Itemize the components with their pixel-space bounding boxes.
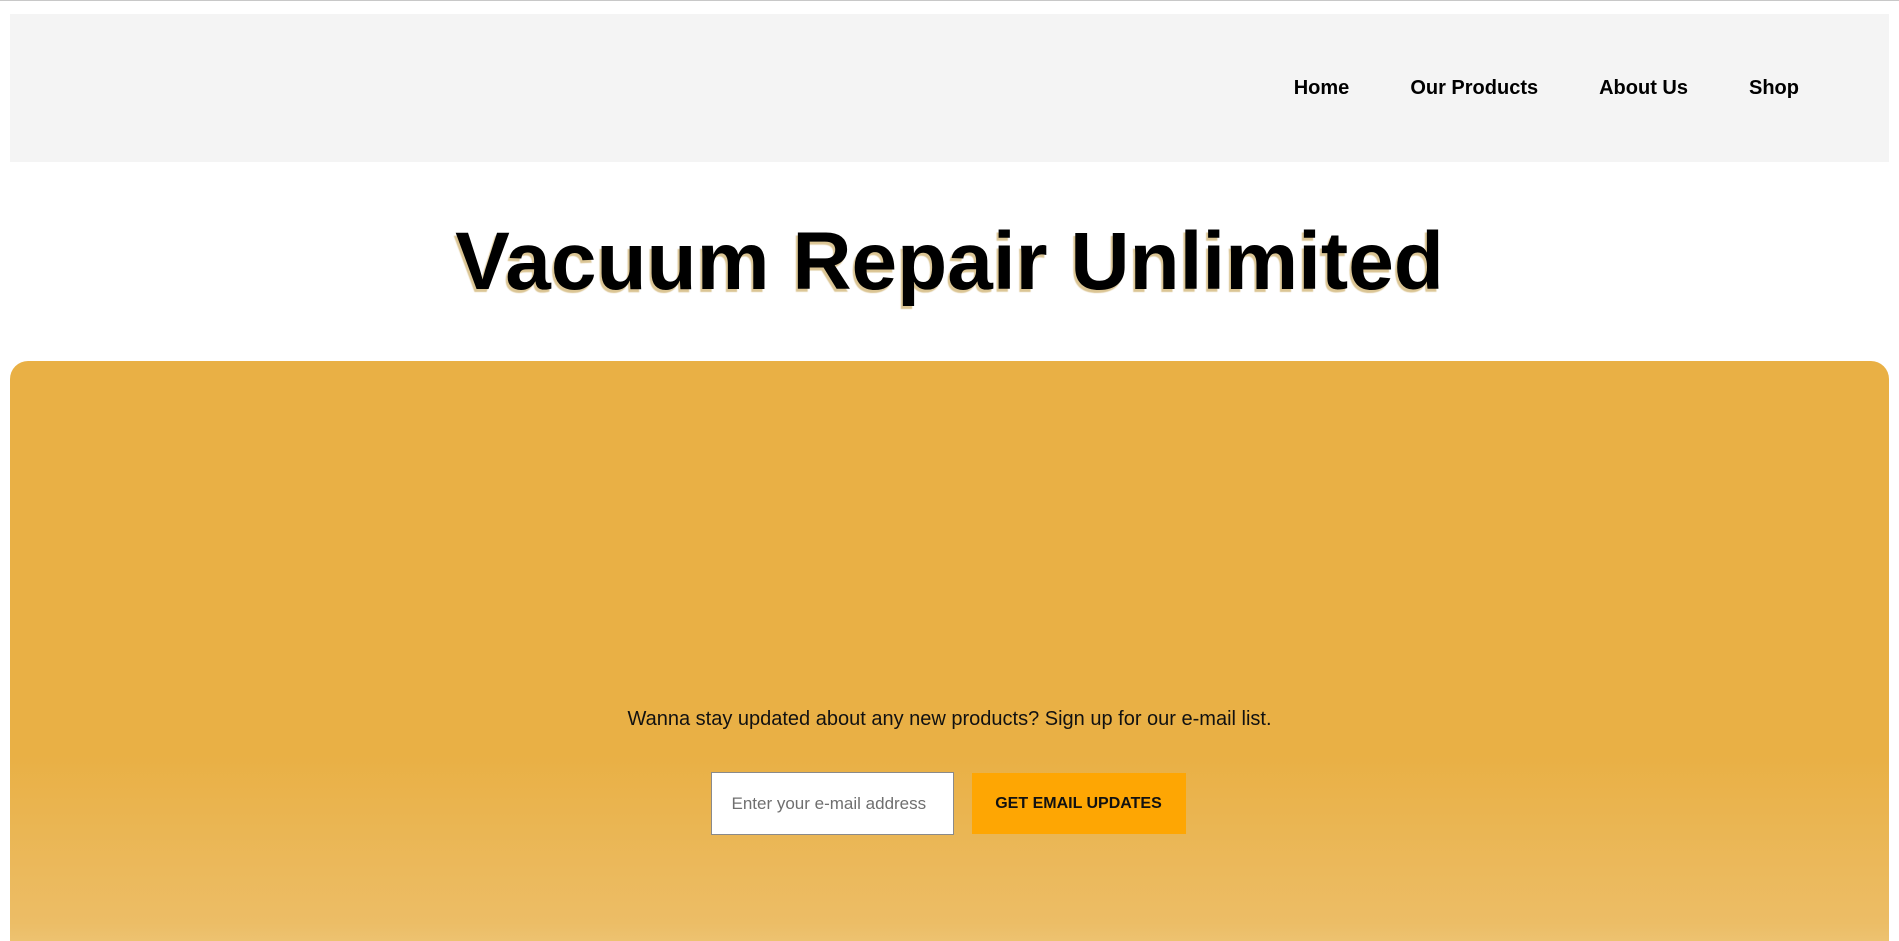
get-email-updates-button[interactable]: GET EMAIL UPDATES	[971, 773, 1186, 834]
main-nav: Home Our Products About Us Shop	[1294, 14, 1799, 162]
signup-prompt: Wanna stay updated about any new product…	[627, 708, 1272, 730]
nav-link-home[interactable]: Home	[1294, 77, 1350, 100]
signup-form: GET EMAIL UPDATES	[10, 772, 1889, 835]
email-input[interactable]	[710, 772, 954, 835]
nav-link-about-us[interactable]: About Us	[1599, 77, 1688, 100]
hero-section: Wanna stay updated about any new product…	[10, 361, 1889, 941]
nav-link-shop[interactable]: Shop	[1749, 77, 1799, 100]
nav-link-our-products[interactable]: Our Products	[1410, 77, 1538, 100]
page-title: Vacuum Repair Unlimited	[455, 216, 1444, 307]
top-divider	[0, 0, 1899, 1]
site-header: Home Our Products About Us Shop	[10, 14, 1889, 162]
